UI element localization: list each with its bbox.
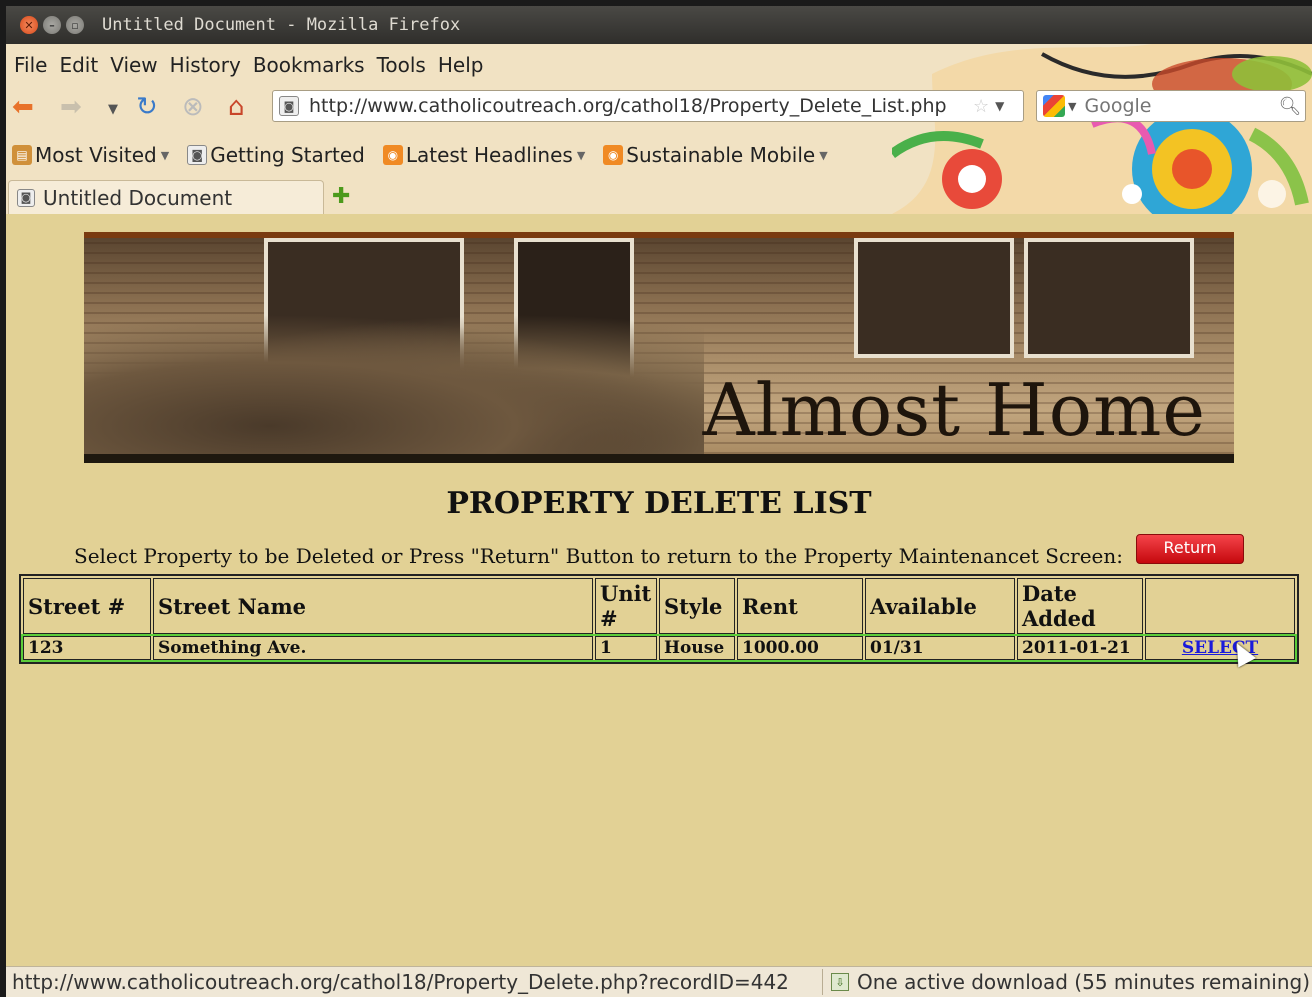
address-bar[interactable]: ◙ http://www.catholicoutreach.org/cathol…	[272, 90, 1024, 122]
stop-icon[interactable]: ⊗	[182, 92, 204, 122]
page-icon: ◙	[187, 145, 208, 165]
reload-icon[interactable]: ↻	[136, 92, 158, 122]
tab-bar: ◙ Untitled Document ✚	[6, 178, 1312, 214]
banner-window	[854, 238, 1014, 358]
menu-bar: File Edit View History Bookmarks Tools H…	[6, 48, 487, 82]
bookmark-label: Getting Started	[210, 143, 365, 167]
column-header-unit: Unit #	[595, 578, 657, 634]
instructions-text: Select Property to be Deleted or Press "…	[74, 544, 1123, 568]
status-bar: http://www.catholicoutreach.org/cathol18…	[6, 966, 1312, 997]
menu-edit[interactable]: Edit	[59, 53, 98, 77]
rss-icon: ◉	[603, 145, 624, 165]
maximize-window-icon[interactable]: ▫	[66, 16, 84, 34]
menu-bookmarks[interactable]: Bookmarks	[253, 53, 365, 77]
search-engine-dropdown-icon[interactable]: ▼	[1068, 100, 1076, 113]
cell-street-name: Something Ave.	[153, 636, 593, 660]
cell-unit: 1	[595, 636, 657, 660]
cell-street-number: 123	[23, 636, 151, 660]
cell-available: 01/31	[865, 636, 1015, 660]
rss-icon: ◉	[382, 145, 403, 165]
browser-chrome: File Edit View History Bookmarks Tools H…	[6, 44, 1312, 214]
cell-style: House	[659, 636, 735, 660]
window-titlebar: ✕ – ▫ Untitled Document - Mozilla Firefo…	[6, 6, 1312, 44]
url-dropdown-icon[interactable]: ▼	[995, 99, 1004, 113]
bookmark-label: Most Visited	[35, 143, 157, 167]
menu-help[interactable]: Help	[438, 53, 484, 77]
table-row: 123 Something Ave. 1 House 1000.00 01/31…	[21, 634, 1297, 662]
status-link-url: http://www.catholicoutreach.org/cathol18…	[12, 970, 789, 994]
navigation-toolbar: ⬅ ➡ ▼ ↻ ⊗ ⌂ ◙ http://www.catholicoutreac…	[6, 86, 1312, 130]
folder-icon: ▤	[12, 145, 32, 165]
chevron-down-icon: ▼	[819, 148, 828, 162]
menu-file[interactable]: File	[14, 53, 47, 77]
bookmark-label: Latest Headlines	[405, 143, 573, 167]
home-icon[interactable]: ⌂	[228, 92, 245, 122]
bookmark-label: Sustainable Mobile	[626, 143, 816, 167]
site-identity-icon[interactable]: ◙	[279, 96, 299, 116]
column-header-street-number: Street #	[23, 578, 151, 634]
download-icon[interactable]: ⇩	[831, 973, 849, 991]
banner-window	[1024, 238, 1194, 358]
page-icon: ◙	[17, 188, 35, 207]
window-title: Untitled Document - Mozilla Firefox	[102, 15, 461, 35]
search-input[interactable]	[1084, 95, 1275, 117]
bookmark-star-icon[interactable]: ☆	[973, 96, 989, 117]
column-header-rent: Rent	[737, 578, 863, 634]
search-icon[interactable]: 🔍︎	[1278, 96, 1301, 117]
banner-crowd	[84, 314, 704, 454]
download-status[interactable]: One active download (55 minutes remainin…	[857, 970, 1310, 994]
tab-untitled-document[interactable]: ◙ Untitled Document	[8, 180, 324, 214]
search-bar[interactable]: ▼ 🔍︎	[1036, 90, 1306, 122]
close-window-icon[interactable]: ✕	[20, 16, 38, 34]
new-tab-icon[interactable]: ✚	[332, 184, 350, 209]
menu-view[interactable]: View	[110, 53, 157, 77]
back-icon[interactable]: ⬅	[12, 92, 34, 122]
bookmark-sustainable-mobile[interactable]: ◉ Sustainable Mobile ▼	[603, 143, 828, 167]
table-header-row: Street # Street Name Unit # Style Rent A…	[23, 578, 1295, 634]
almost-home-banner: Almost Home	[84, 232, 1234, 463]
bookmark-most-visited[interactable]: ▤ Most Visited ▼	[12, 143, 169, 167]
column-header-available: Available	[865, 578, 1015, 634]
column-header-street-name: Street Name	[153, 578, 593, 634]
bookmark-getting-started[interactable]: ◙ Getting Started	[187, 143, 365, 167]
cell-action: SELECT	[1145, 636, 1295, 660]
menu-tools[interactable]: Tools	[377, 53, 426, 77]
cell-date-added: 2011-01-21	[1017, 636, 1143, 660]
tab-label: Untitled Document	[43, 185, 233, 210]
cell-rent: 1000.00	[737, 636, 863, 660]
property-table: Street # Street Name Unit # Style Rent A…	[19, 574, 1299, 664]
bookmark-latest-headlines[interactable]: ◉ Latest Headlines ▼	[382, 143, 586, 167]
page-title: PROPERTY DELETE LIST	[446, 486, 872, 521]
forward-icon[interactable]: ➡	[60, 92, 82, 122]
page-content: Almost Home PROPERTY DELETE LIST Select …	[6, 214, 1312, 966]
status-separator	[822, 969, 823, 995]
banner-title: Almost Home	[702, 368, 1206, 452]
search-engine-icon[interactable]	[1043, 95, 1065, 117]
column-header-action	[1145, 578, 1295, 634]
chevron-down-icon: ▼	[576, 148, 586, 162]
url-text[interactable]: http://www.catholicoutreach.org/cathol18…	[309, 95, 969, 117]
column-header-style: Style	[659, 578, 735, 634]
column-header-date-added: Date Added	[1017, 578, 1143, 634]
bookmarks-toolbar: ▤ Most Visited ▼ ◙ Getting Started ◉ Lat…	[6, 136, 840, 174]
history-dropdown-icon[interactable]: ▼	[108, 102, 118, 117]
return-button[interactable]: Return	[1136, 534, 1244, 564]
minimize-window-icon[interactable]: –	[43, 16, 61, 34]
chevron-down-icon: ▼	[160, 148, 170, 162]
menu-history[interactable]: History	[170, 53, 241, 77]
